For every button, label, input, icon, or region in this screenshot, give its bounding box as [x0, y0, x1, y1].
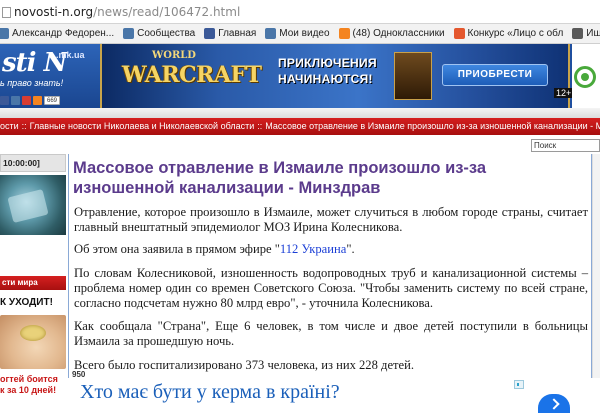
warcraft-logo-line1: WORLD — [152, 50, 196, 61]
google-plus-share-icon[interactable] — [22, 96, 31, 105]
article-paragraph: Всего было госпитализировано 373 человек… — [74, 358, 415, 372]
bookmarks-bar: Александр Федорен... Сообщества Главная Мои… — [0, 24, 600, 44]
warcraft-logo: WORLD WARCRAFT — [118, 50, 262, 102]
article-paragraph: Об этом она заявила в прямом эфире "112 … — [74, 242, 588, 257]
warcraft-logo-line2: WARCRAFT — [122, 62, 262, 88]
ad-headline[interactable]: Хто має бути у керма в країні? — [80, 381, 340, 404]
site-header: sti N .mk.ua ь право знать! 669 WORLD WA… — [0, 44, 600, 108]
banner-promo-line2: НАЧИНАЮТСЯ! — [278, 72, 373, 86]
adchoices-icon[interactable] — [514, 380, 524, 389]
paragraph-text: Об этом она заявила в прямом эфире " — [74, 242, 280, 256]
facebook-share-icon[interactable] — [0, 96, 9, 105]
facebook-icon — [204, 28, 216, 39]
sidebar-ad-headline[interactable]: К УХОДИТ! — [0, 297, 66, 308]
article-paragraph: Как сообщала "Страна", Еще 6 человек, в … — [74, 319, 588, 348]
article-paragraph: Отравление, которое произошло в Измаиле,… — [74, 205, 588, 234]
age-rating-badge: 12+ — [554, 88, 574, 98]
address-bar[interactable]: novosti-n.org/news/read/106472.html — [0, 0, 600, 24]
skoda-ad[interactable] — [572, 44, 600, 108]
odnoklassniki-share-icon[interactable] — [33, 96, 42, 105]
share-count: 669 — [44, 96, 61, 105]
logo-domain: .mk.ua — [56, 50, 85, 60]
game-box-image — [394, 52, 432, 100]
url-path: /news/read/106472.html — [93, 5, 241, 19]
vk-icon — [123, 28, 135, 39]
odnoklassniki-icon — [453, 28, 465, 39]
sidebar-ad-caption-line: к за 10 дней! — [0, 385, 57, 395]
vk-share-icon[interactable] — [11, 96, 20, 105]
breadcrumb-item-home[interactable]: ости — [0, 121, 19, 131]
sidebar-ad-image[interactable] — [0, 315, 66, 369]
sidebar-time: 10:00:00] — [0, 154, 66, 172]
sidebar-ad-caption[interactable]: огтей боится к за 10 дней! — [0, 374, 66, 396]
page-icon — [2, 7, 11, 18]
vk-icon — [265, 28, 277, 39]
article-paragraph: По словам Колесниковой, изношенность вод… — [74, 266, 588, 310]
article: Массовое отравление в Измаиле произошло … — [68, 154, 592, 380]
banner-promo-line1: ПРИКЛЮЧЕНИЯ — [278, 56, 377, 70]
url-host: novosti-n.org — [14, 5, 94, 19]
site-logo[interactable]: sti N .mk.ua ь право знать! 669 — [0, 44, 100, 108]
search-row — [0, 135, 600, 154]
sidebar-ad-caption-line: огтей боится — [0, 374, 58, 384]
bookmark-label: Ищу вокалиста - Ку — [586, 28, 600, 39]
bookmark-label: Конкурс «Лицо с обл — [467, 28, 564, 39]
search-input[interactable] — [531, 139, 600, 152]
zaycev-icon — [572, 28, 584, 39]
scrollbar[interactable] — [592, 154, 600, 380]
channel-link[interactable]: 112 Украина — [280, 242, 346, 256]
skoda-logo-icon — [574, 66, 596, 88]
left-sidebar: 10:00:00] сти мира К УХОДИТ! огтей боитс… — [0, 154, 66, 413]
bookmark-item[interactable]: (48) Одноклассники — [338, 28, 445, 39]
sidebar-section-world-news[interactable]: сти мира — [0, 276, 66, 290]
banner-buy-button[interactable]: ПРИОБРЕСТИ — [442, 64, 548, 86]
bookmark-item[interactable]: Сообщества — [123, 28, 195, 39]
sidebar-news-photo[interactable] — [0, 175, 66, 235]
paragraph-text: ". — [346, 242, 355, 256]
bottom-ad[interactable]: Хто має бути у керма в країні? — [68, 378, 600, 413]
odnoklassniki-icon — [338, 28, 350, 39]
logo-tagline: ь право знать! — [0, 78, 64, 88]
breadcrumb-item-current: Массовое отравление в Измаиле произошло … — [265, 121, 600, 131]
bookmark-label: (48) Одноклассники — [352, 28, 445, 39]
warcraft-banner-ad[interactable]: WORLD WARCRAFT ПРИКЛЮЧЕНИЯ НАЧИНАЮТСЯ! П… — [100, 44, 574, 108]
header-divider — [0, 108, 600, 118]
article-title: Массовое отравление в Измаиле произошло … — [73, 159, 487, 197]
bookmark-label: Мои видео — [279, 28, 330, 39]
bookmark-label: Главная — [218, 28, 257, 39]
social-buttons: 669 — [0, 96, 61, 105]
url-text[interactable]: novosti-n.org/news/read/106472.html — [14, 5, 240, 19]
ad-arrow-button[interactable] — [538, 394, 570, 413]
bookmark-item[interactable]: Мои видео — [265, 28, 330, 39]
breadcrumb: ости:: Главные новости Николаева и Никола… — [0, 118, 600, 135]
bookmark-label: Александр Федорен... — [12, 28, 115, 39]
bookmark-item[interactable]: Конкурс «Лицо с обл — [453, 28, 564, 39]
bookmark-item[interactable]: Главная — [204, 28, 256, 39]
breadcrumb-item-section[interactable]: Главные новости Николаева и Николаевской… — [30, 121, 255, 131]
bookmark-item[interactable]: Ищу вокалиста - Ку — [572, 28, 600, 39]
bookmark-label: Сообщества — [137, 28, 196, 39]
bookmark-item[interactable]: Александр Федорен... — [0, 28, 114, 39]
vk-icon — [0, 28, 9, 39]
